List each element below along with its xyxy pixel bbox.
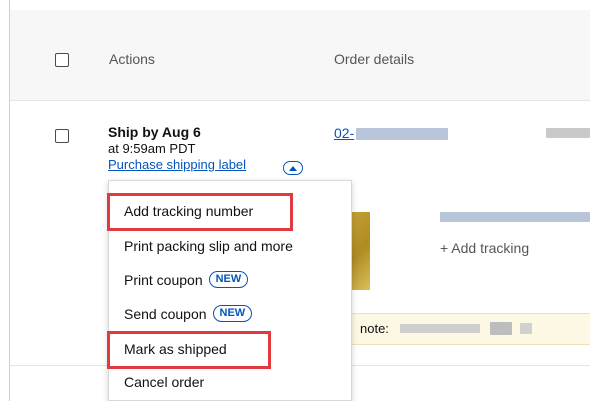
menu-item-add-tracking-number[interactable]: Add tracking number — [124, 203, 253, 219]
note-redacted-3 — [520, 323, 532, 334]
actions-column-header: Actions — [109, 51, 155, 67]
select-all-checkbox[interactable] — [55, 53, 69, 67]
menu-item-label: Mark as shipped — [124, 341, 227, 357]
note-redacted-2 — [490, 322, 512, 335]
ship-by-time: at 9:59am PDT — [108, 141, 196, 156]
order-number-redacted — [356, 128, 448, 140]
buyer-redacted — [546, 128, 590, 138]
menu-item-label: Print packing slip and more — [124, 238, 293, 254]
order-row-checkbox[interactable] — [55, 129, 69, 143]
new-badge: NEW — [212, 305, 253, 322]
menu-item-label: Send coupon — [124, 305, 207, 322]
menu-item-mark-as-shipped[interactable]: Mark as shipped — [124, 341, 227, 357]
ship-by-date: Ship by Aug 6 — [108, 124, 201, 140]
order-number-link[interactable]: 02- — [334, 125, 354, 141]
table-header: Actions Order details — [10, 10, 590, 101]
menu-item-print-packing-slip[interactable]: Print packing slip and more — [124, 238, 293, 254]
purchase-shipping-label-link[interactable]: Purchase shipping label — [108, 157, 246, 172]
menu-item-send-coupon[interactable]: Send coupon NEW — [124, 305, 253, 322]
menu-item-cancel-order[interactable]: Cancel order — [124, 374, 204, 390]
menu-item-label: Add tracking number — [124, 203, 254, 219]
menu-item-print-coupon[interactable]: Print coupon NEW — [124, 271, 249, 288]
actions-dropdown-menu: Add tracking number Print packing slip a… — [107, 180, 352, 401]
new-badge: NEW — [208, 271, 249, 288]
note-text-redacted — [400, 324, 480, 333]
chevron-up-icon — [289, 165, 297, 171]
menu-item-label: Print coupon — [124, 271, 203, 288]
actions-menu-toggle[interactable] — [283, 161, 303, 175]
product-title-redacted — [440, 212, 590, 222]
note-label: note: — [360, 321, 389, 336]
buyer-note-bar: note: — [340, 313, 590, 345]
add-tracking-link[interactable]: + Add tracking — [440, 240, 529, 256]
menu-item-label: Cancel order — [124, 374, 205, 390]
order-details-column-header: Order details — [334, 51, 415, 67]
